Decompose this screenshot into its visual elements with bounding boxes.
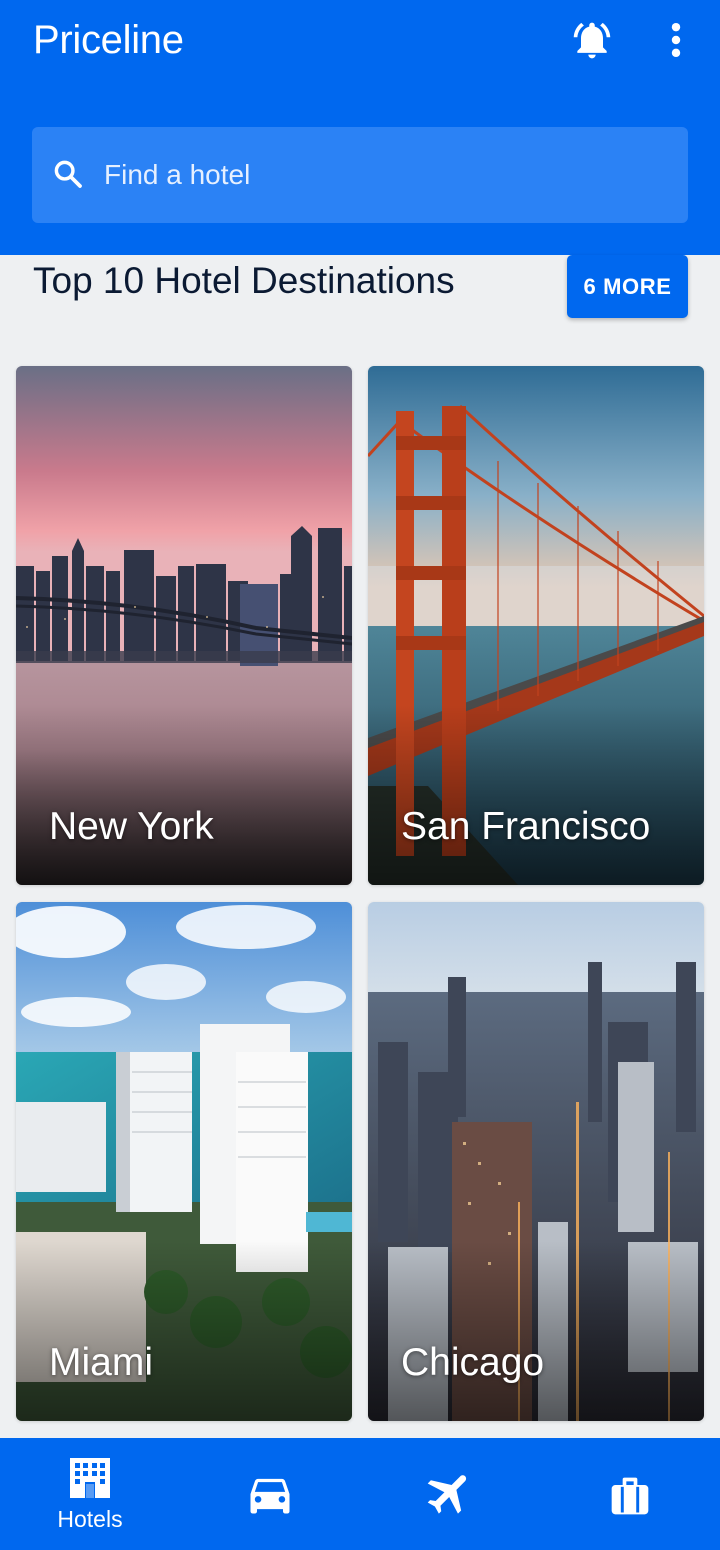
nav-item-trips[interactable] — [540, 1438, 720, 1550]
hotel-building-icon — [70, 1458, 110, 1498]
card-gradient-overlay — [16, 1241, 352, 1421]
destination-name: Chicago — [401, 1341, 545, 1384]
destination-name: Miami — [49, 1341, 153, 1384]
suitcase-icon — [611, 1477, 649, 1515]
app-title: Priceline — [33, 18, 184, 62]
destination-card-miami[interactable]: Miami — [16, 902, 352, 1421]
more-destinations-button[interactable]: 6 MORE — [567, 255, 688, 318]
airplane-icon — [427, 1475, 467, 1514]
hotel-search-input[interactable] — [104, 152, 664, 198]
overflow-menu-button[interactable] — [660, 16, 692, 64]
card-gradient-overlay — [368, 1241, 704, 1421]
nav-item-flights[interactable] — [360, 1438, 540, 1550]
nav-label-hotels: Hotels — [57, 1506, 123, 1532]
notifications-button[interactable] — [568, 14, 616, 66]
nav-item-cars[interactable] — [180, 1438, 360, 1550]
more-vert-icon — [671, 22, 681, 58]
nav-item-hotels[interactable]: Hotels — [0, 1438, 180, 1550]
bottom-navigation: Hotels — [0, 1438, 720, 1550]
card-gradient-overlay — [368, 705, 704, 885]
card-gradient-overlay — [16, 705, 352, 885]
destination-name: New York — [49, 805, 214, 848]
destination-card-chicago[interactable]: Chicago — [368, 902, 704, 1421]
app-header: Priceline — [0, 0, 720, 255]
destination-name: San Francisco — [401, 805, 651, 848]
destination-card-new-york[interactable]: New York — [16, 366, 352, 885]
car-icon — [250, 1478, 290, 1514]
search-icon — [54, 160, 82, 188]
section-title: Top 10 Hotel Destinations — [33, 260, 455, 301]
destination-card-san-francisco[interactable]: San Francisco — [368, 366, 704, 885]
notification-bell-icon — [573, 22, 611, 59]
